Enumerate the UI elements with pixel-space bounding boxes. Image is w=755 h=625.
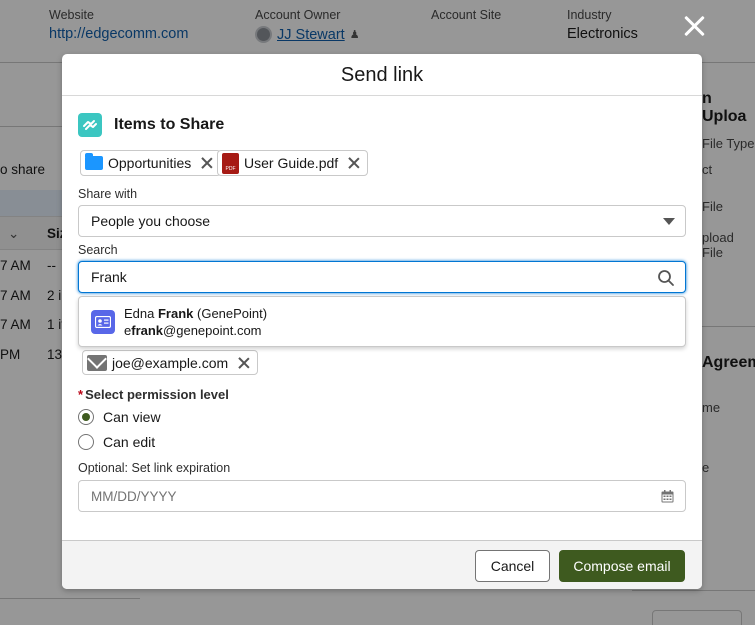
send-link-modal: Send link Items to Share Opportunities P… [62,54,702,589]
suggestion-email-match: frank [131,322,164,338]
item-pill-opportunities: Opportunities [80,150,222,176]
suggestion-name-match: Frank [157,305,194,321]
calendar-icon[interactable] [661,490,674,503]
email-icon [87,354,107,371]
recipient-email: joe@example.com [112,354,229,371]
pdf-icon: PDF [222,152,239,174]
recipient-pill: joe@example.com [82,350,259,375]
modal-footer: Cancel Compose email [62,540,702,589]
expiration-placeholder: MM/DD/YYYY [91,488,177,504]
item-pill-label: User Guide.pdf [244,155,339,171]
remove-icon[interactable] [237,356,251,370]
required-asterisk: * [78,387,84,402]
share-with-label: Share with [78,187,138,201]
modal-body: Items to Share Opportunities PDF User Gu… [78,96,686,540]
compose-email-button[interactable]: Compose email [559,550,685,582]
radio-button[interactable] [78,409,94,425]
remove-icon[interactable] [347,156,361,170]
expiration-date-input[interactable]: MM/DD/YYYY [78,480,686,512]
share-with-select[interactable]: People you choose [78,205,686,237]
suggestion-name-prefix: Edna [124,305,158,321]
folder-icon [85,153,103,170]
permission-label: * Select permission level [78,387,229,402]
radio-can-view[interactable]: Can view [78,409,161,425]
cancel-button[interactable]: Cancel [475,550,550,582]
radio-button[interactable] [78,434,94,450]
close-icon[interactable] [682,14,706,38]
permission-label-text: Select permission level [85,387,229,402]
radio-can-edit[interactable]: Can edit [78,434,155,450]
suggestion-name-suffix: (GenePoint) [193,305,268,321]
item-pill-user-guide: PDF User Guide.pdf [217,150,369,176]
remove-icon[interactable] [200,156,214,170]
search-label: Search [78,243,118,257]
radio-label: Can view [103,409,161,425]
modal-title: Send link [62,54,702,96]
expiration-label: Optional: Set link expiration [78,461,231,475]
search-input[interactable]: Frank [78,261,686,293]
items-to-share-heading: Items to Share [78,113,224,137]
items-to-share-title: Items to Share [114,116,225,133]
contact-icon [91,309,115,334]
suggestion-email-suffix: @genepoint.com [163,322,262,338]
share-icon [78,113,102,137]
search-value: Frank [91,269,127,285]
caret-down-icon [663,218,675,225]
search-suggestion-list: Edna Frank (GenePoint) efrank@genepoint.… [78,296,686,347]
share-with-value: People you choose [91,213,211,229]
radio-label: Can edit [103,434,156,450]
search-icon [658,270,674,286]
suggestion-option-edna-frank[interactable]: Edna Frank (GenePoint) efrank@genepoint.… [124,306,267,338]
item-pill-label: Opportunities [108,155,192,171]
